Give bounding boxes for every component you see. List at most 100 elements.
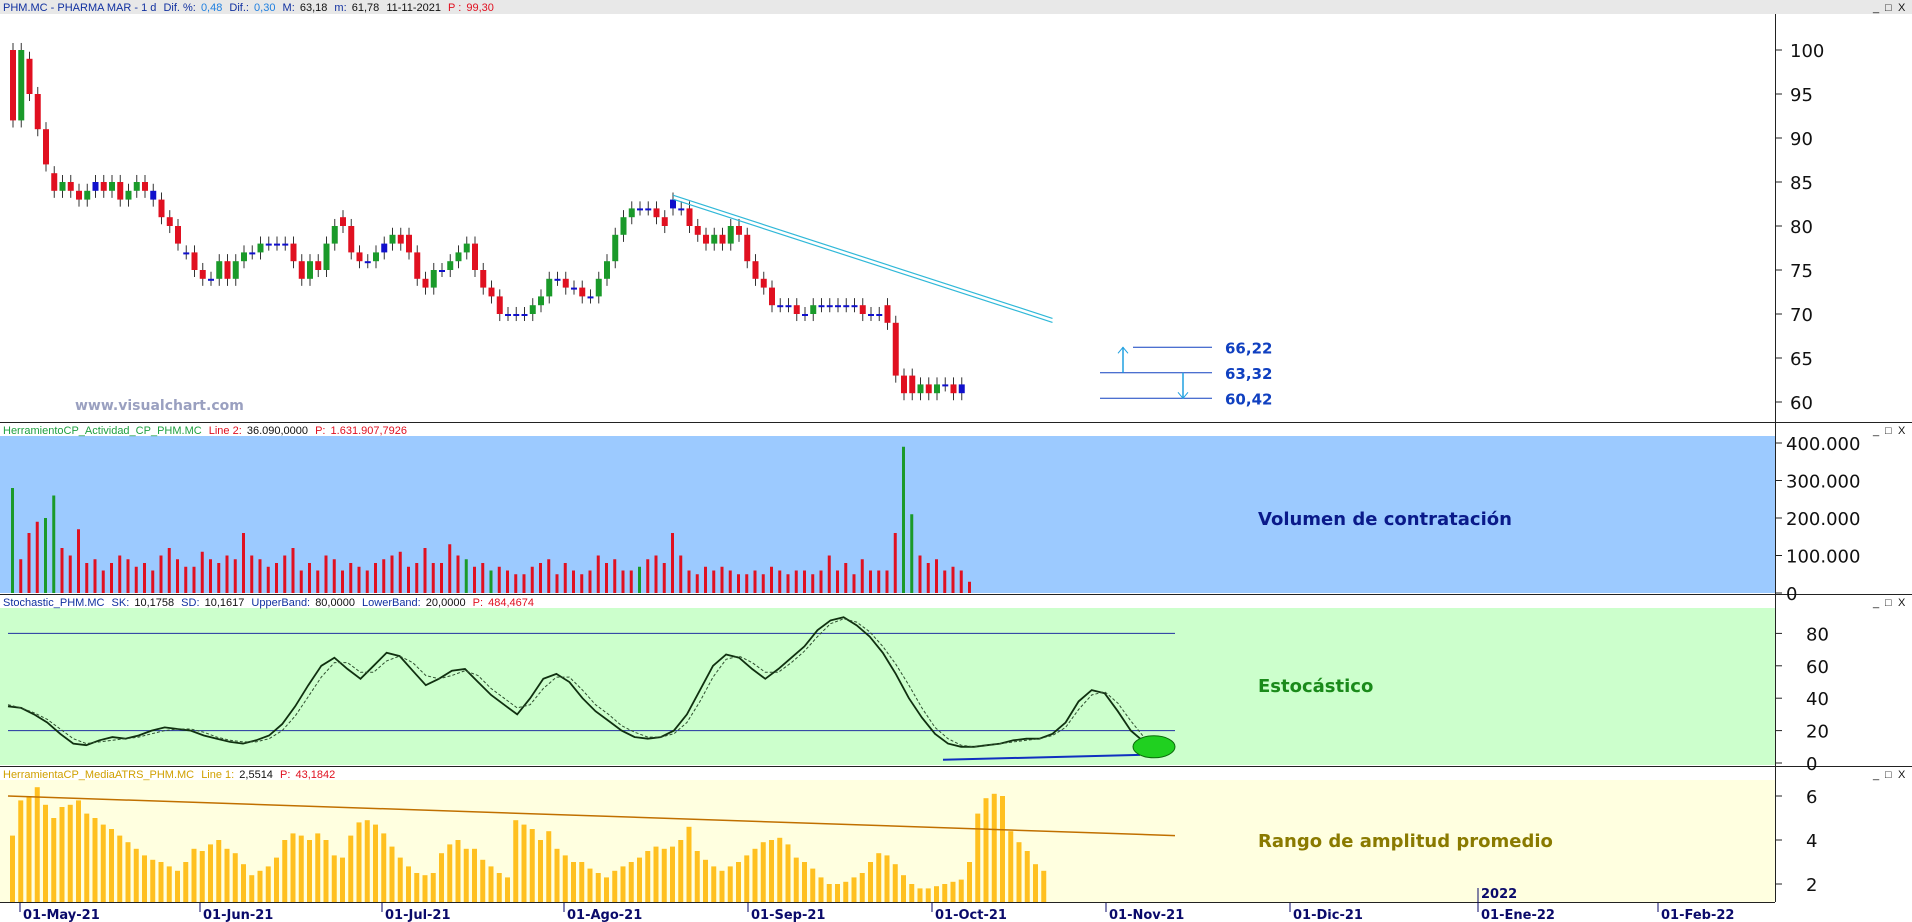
- window-controls-atr[interactable]: _ □ X: [1872, 769, 1906, 781]
- atr-bar: [538, 840, 543, 902]
- volume-bar: [794, 570, 798, 593]
- atr-bar: [901, 875, 906, 902]
- candle: [430, 270, 437, 288]
- atr-bar: [199, 851, 205, 902]
- candle: [546, 278, 553, 297]
- window-controls-main[interactable]: _ □ X: [1872, 2, 1906, 14]
- volume-bar: [11, 488, 14, 593]
- volume-bar: [596, 555, 600, 593]
- atr-title: Rango de amplitud promedio: [1258, 831, 1553, 852]
- candle: [92, 182, 99, 191]
- volume-bar: [299, 570, 303, 593]
- date-axis-label: 01-Jun-21: [203, 908, 273, 922]
- candle: [859, 305, 866, 314]
- atr-bar: [455, 840, 461, 902]
- atr-bar: [1024, 851, 1030, 902]
- atr-bar: [331, 855, 337, 902]
- candle: [232, 261, 239, 279]
- atr-bar: [769, 840, 774, 902]
- volume-bar: [415, 563, 419, 593]
- atr-bar: [991, 793, 997, 902]
- atr-bar: [711, 866, 717, 902]
- volume-title: Volumen de contratación: [1258, 509, 1512, 530]
- candle: [670, 199, 676, 209]
- candle: [711, 234, 718, 244]
- atr-bar: [942, 884, 948, 902]
- volume-bar: [778, 570, 782, 593]
- close-icon[interactable]: X: [1898, 425, 1906, 437]
- atr-bar: [117, 835, 123, 902]
- volume-bar: [473, 566, 476, 593]
- maximize-icon[interactable]: □: [1885, 769, 1892, 781]
- maximize-icon[interactable]: □: [1885, 2, 1892, 14]
- candle: [505, 314, 511, 316]
- candle: [587, 296, 594, 299]
- atr-axis-label: 4: [1806, 831, 1817, 852]
- atr-bar: [488, 866, 494, 902]
- atr-bar: [183, 862, 189, 902]
- atr-bar: [934, 886, 939, 902]
- volume-bar: [44, 518, 47, 593]
- volume-bar: [605, 563, 608, 593]
- close-icon[interactable]: X: [1898, 597, 1906, 609]
- atr-bar: [521, 824, 527, 902]
- atr-bar: [571, 862, 576, 902]
- minimize-icon[interactable]: _: [1872, 425, 1880, 437]
- atr-bar: [736, 862, 741, 902]
- close-icon[interactable]: X: [1898, 769, 1906, 781]
- volume-bar: [819, 570, 823, 593]
- volume-bar: [250, 555, 254, 593]
- window-controls-volume[interactable]: _ □ X: [1872, 425, 1906, 437]
- close-icon[interactable]: X: [1898, 2, 1906, 14]
- candle: [150, 190, 157, 200]
- volume-bar: [704, 566, 707, 593]
- atr-axis-label: 2: [1806, 875, 1817, 896]
- candle: [356, 252, 363, 262]
- atr-bar: [562, 855, 568, 902]
- candle: [439, 270, 445, 272]
- candle: [793, 305, 800, 314]
- window-controls-stoch[interactable]: _ □ X: [1872, 597, 1906, 609]
- volume-bar: [646, 559, 650, 593]
- candle: [472, 243, 478, 270]
- date-axis-label: 01-Nov-21: [1109, 908, 1184, 922]
- maximize-icon[interactable]: □: [1885, 597, 1892, 609]
- candle: [389, 234, 396, 244]
- volume-bar: [621, 570, 625, 593]
- candle: [463, 243, 470, 253]
- minimize-icon[interactable]: _: [1872, 597, 1880, 609]
- volume-bar: [456, 555, 460, 593]
- atr-bar: [661, 848, 667, 902]
- atr-bar: [760, 842, 766, 902]
- candle: [521, 314, 528, 316]
- candle: [348, 226, 355, 253]
- minimize-icon[interactable]: _: [1872, 769, 1880, 781]
- atr-bar: [727, 866, 733, 902]
- maximize-icon[interactable]: □: [1885, 425, 1892, 437]
- candle: [604, 261, 610, 279]
- atr-bar: [191, 848, 197, 902]
- volume-bar: [893, 533, 897, 593]
- atr-bar: [529, 829, 535, 902]
- volume-bar: [935, 559, 938, 593]
- price-axis-label: 100: [1790, 41, 1824, 62]
- price-axis-label: 60: [1790, 393, 1813, 414]
- atr-bar: [653, 846, 659, 902]
- atr-bar: [810, 868, 816, 902]
- atr-bar: [356, 822, 362, 902]
- price-axis-label: 95: [1790, 85, 1813, 106]
- minimize-icon[interactable]: _: [1872, 2, 1880, 14]
- candle: [892, 322, 899, 376]
- atr-bar: [967, 862, 972, 902]
- atr-bar: [158, 862, 164, 902]
- candle: [645, 208, 652, 211]
- atr-bar: [265, 866, 271, 902]
- candle: [315, 261, 322, 270]
- candle: [785, 305, 792, 308]
- price-level-label: 63,32: [1225, 365, 1272, 383]
- atr-bar: [513, 820, 519, 902]
- candle: [678, 208, 685, 211]
- atr-bar: [406, 866, 411, 902]
- candle: [571, 287, 577, 290]
- volume-bar: [902, 446, 905, 593]
